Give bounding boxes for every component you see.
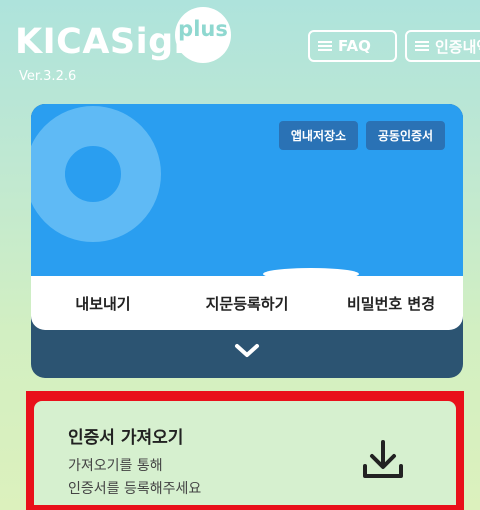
app-logo: KICASign (15, 22, 200, 62)
export-button[interactable]: 내보내기 (31, 293, 175, 314)
app-storage-chip[interactable]: 앱내저장소 (279, 121, 358, 150)
certificate-card: 앱내저장소 공동인증서 내보내기 지문등록하기 비밀번호 변경 (31, 104, 463, 378)
import-description-line1: 가져오기를 통해 (68, 458, 163, 474)
menu-icon (415, 41, 429, 51)
cert-history-button[interactable]: 인증내역 (405, 30, 480, 62)
card-actions: 내보내기 지문등록하기 비밀번호 변경 (31, 276, 463, 330)
import-highlight-frame: 인증서 가져오기 가져오기를 통해 인증서를 등록해주세요 (26, 391, 464, 510)
import-certificate-card[interactable]: 인증서 가져오기 가져오기를 통해 인증서를 등록해주세요 (34, 401, 456, 505)
logo-plus-text: plus (178, 17, 228, 41)
import-title: 인증서 가져오기 (68, 428, 184, 448)
import-description-line2: 인증서를 등록해주세요 (68, 481, 202, 497)
faq-button[interactable]: FAQ (308, 30, 397, 62)
app-version: Ver.3.2.6 (19, 69, 77, 84)
register-fingerprint-button[interactable]: 지문등록하기 (175, 293, 319, 314)
chevron-down-icon[interactable] (232, 341, 262, 361)
faq-label: FAQ (338, 37, 371, 55)
cert-history-label: 인증내역 (435, 37, 480, 56)
menu-icon (318, 41, 332, 51)
certificate-card-face[interactable]: 앱내저장소 공동인증서 (31, 104, 463, 276)
change-password-button[interactable]: 비밀번호 변경 (319, 293, 463, 314)
app-header: KICASign plus Ver.3.2.6 FAQ 인증내역 (0, 0, 480, 90)
common-cert-chip[interactable]: 공동인증서 (366, 121, 445, 150)
download-icon (363, 440, 403, 478)
